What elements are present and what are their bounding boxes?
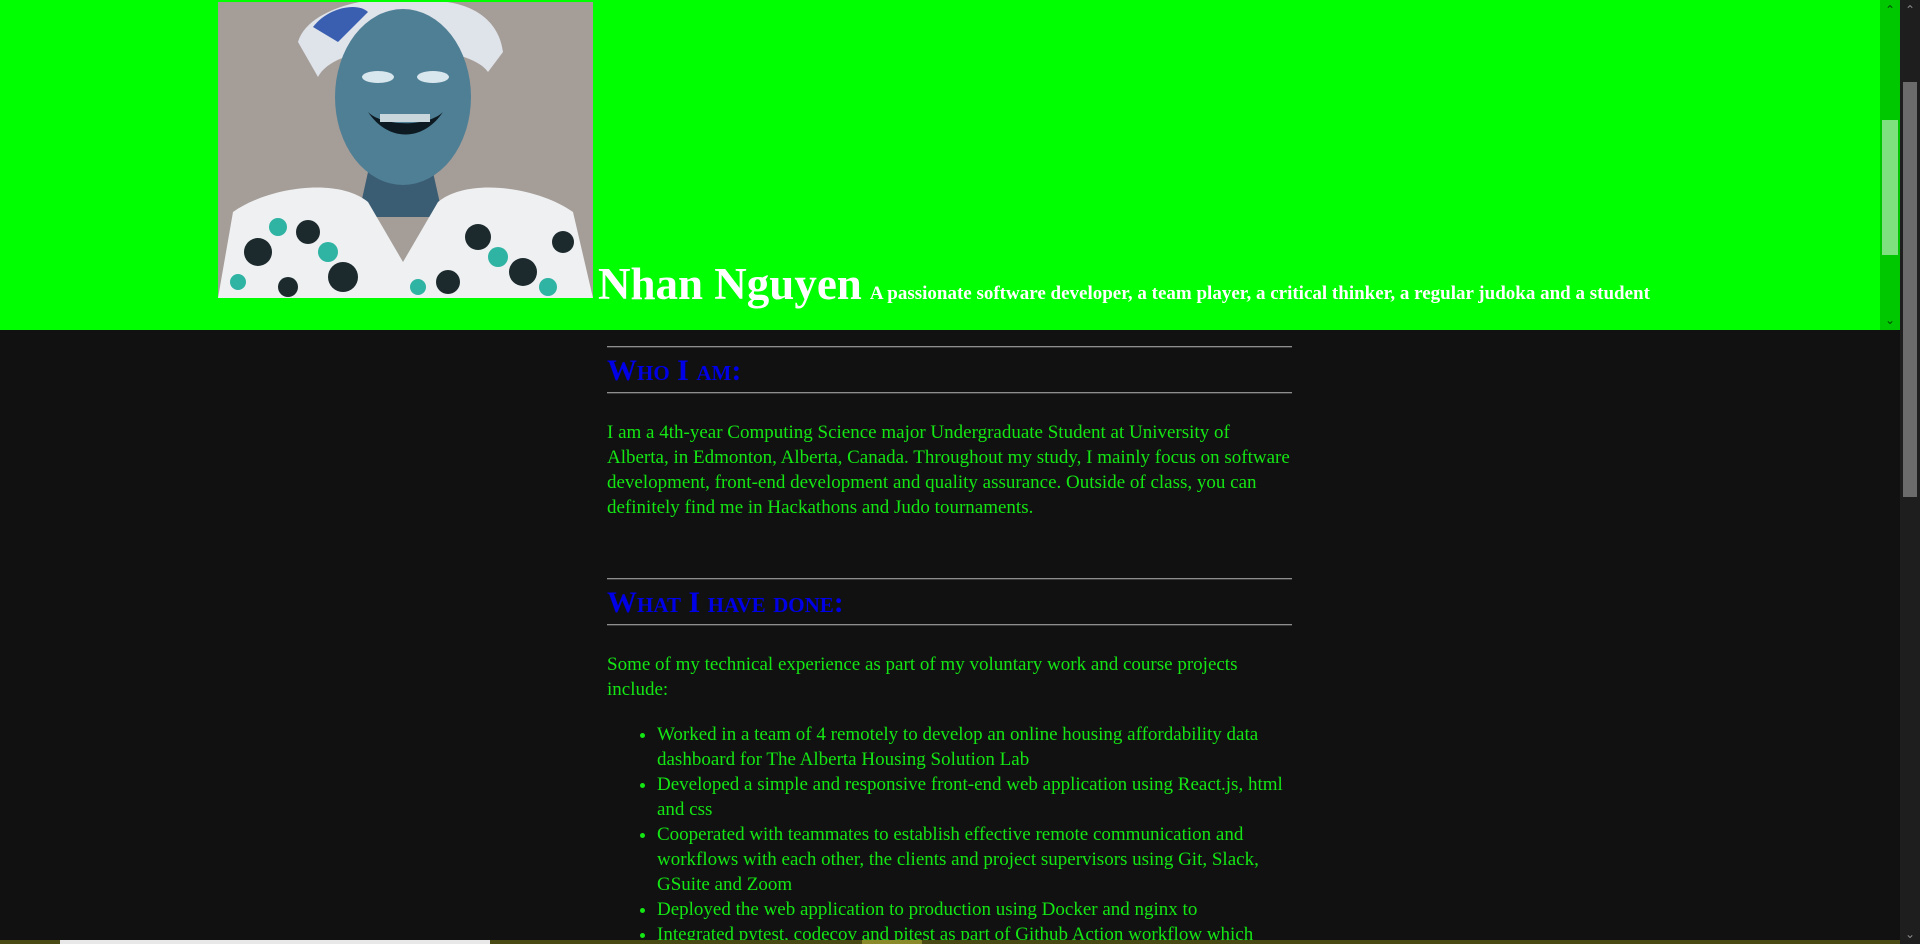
divider bbox=[607, 346, 1292, 348]
list-item: Worked in a team of 4 remotely to develo… bbox=[657, 722, 1292, 772]
header-banner: Nhan Nguyen A passionate software develo… bbox=[0, 0, 1880, 330]
chevron-up-icon[interactable]: ⌃ bbox=[1900, 0, 1920, 20]
page: Nhan Nguyen A passionate software develo… bbox=[0, 0, 1920, 944]
section-paragraph: I am a 4th-year Computing Science major … bbox=[607, 422, 1290, 518]
profile-photo-graphic bbox=[218, 2, 593, 298]
divider bbox=[607, 624, 1292, 626]
header-scrollbar-thumb[interactable] bbox=[1882, 120, 1898, 255]
site-name: Nhan Nguyen bbox=[598, 259, 862, 309]
experience-list: Worked in a team of 4 remotely to develo… bbox=[607, 722, 1292, 944]
chevron-up-icon[interactable]: ⌃ bbox=[1880, 0, 1900, 20]
chevron-down-icon[interactable]: ⌄ bbox=[1880, 310, 1900, 330]
section-title: Who I am: bbox=[607, 354, 742, 387]
list-item: Developed a simple and responsive front-… bbox=[657, 772, 1292, 822]
who-i-am-section: Who I am: I am a 4th-year Computing Scie… bbox=[607, 346, 1292, 520]
header-scrollbar[interactable]: ⌃ ⌄ bbox=[1880, 0, 1900, 330]
list-item: Cooperated with teammates to establish e… bbox=[657, 822, 1292, 897]
list-item: Deployed the web application to producti… bbox=[657, 897, 1292, 922]
what-i-have-done-section: What I have done: Some of my technical e… bbox=[607, 578, 1292, 944]
page-scrollbar[interactable]: ⌃ ⌄ bbox=[1900, 0, 1920, 944]
divider bbox=[607, 578, 1292, 580]
main-content: Who I am: I am a 4th-year Computing Scie… bbox=[607, 346, 1292, 944]
bottom-strip bbox=[0, 940, 1900, 944]
profile-photo bbox=[218, 2, 593, 298]
section-paragraph: Some of my technical experience as part … bbox=[607, 654, 1238, 700]
site-tagline: A passionate software developer, a team … bbox=[869, 283, 1650, 304]
section-title: What I have done: bbox=[607, 586, 844, 619]
divider bbox=[607, 392, 1292, 394]
chevron-down-icon[interactable]: ⌄ bbox=[1900, 924, 1920, 944]
page-scrollbar-thumb[interactable] bbox=[1903, 82, 1917, 497]
header-text: Nhan Nguyen A passionate software develo… bbox=[598, 258, 1650, 310]
